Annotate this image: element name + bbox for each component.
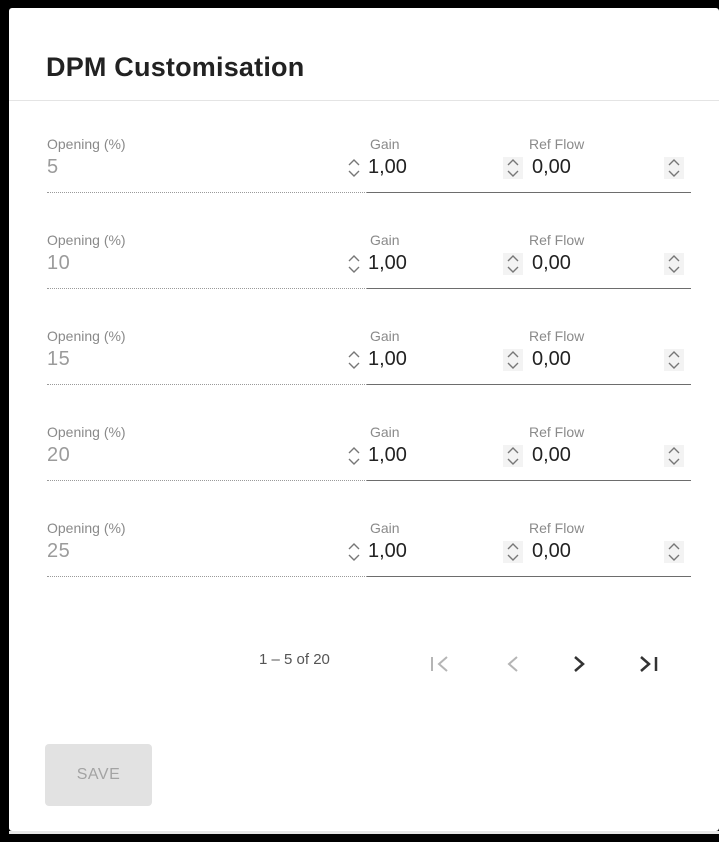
opening-spinner[interactable] [344,157,364,179]
opening-underline [47,480,367,481]
input-underline [367,288,691,289]
gain-spinner[interactable] [503,349,523,371]
gain-label: Gain [370,136,400,152]
gain-spinner[interactable] [503,541,523,563]
ref-flow-label: Ref Flow [529,520,585,536]
opening-label: Opening (%) [47,424,126,440]
ref-flow-spinner[interactable] [664,445,684,467]
chevron-left-icon [507,656,518,672]
paginator-range-label: 1 – 5 of 20 [259,651,330,668]
opening-row: Opening (%) Gain Ref Flow 10 1,00 0,00 [9,232,719,312]
ref-flow-spinner[interactable] [664,541,684,563]
spinner-up-down-icon [668,543,680,561]
input-underline [367,576,691,577]
opening-spinner[interactable] [344,349,364,371]
spinner-up-down-icon [348,159,360,177]
last-page-button[interactable] [629,646,665,682]
first-page-icon [431,656,448,672]
spinner-up-down-icon [668,447,680,465]
opening-label: Opening (%) [47,520,126,536]
ref-flow-input[interactable]: 0,00 [532,156,571,179]
input-underline [367,192,691,193]
opening-value: 25 [47,540,71,562]
ref-flow-spinner[interactable] [664,157,684,179]
next-page-button[interactable] [561,646,597,682]
gain-label: Gain [370,328,400,344]
last-page-icon [640,656,658,672]
input-underline [367,480,691,481]
ref-flow-input[interactable]: 0,00 [532,444,571,467]
opening-value: 10 [47,252,71,274]
first-page-button[interactable] [423,646,459,682]
opening-row: Opening (%) Gain Ref Flow 15 1,00 0,00 [9,328,719,408]
input-underline [367,384,691,385]
gain-input[interactable]: 1,00 [368,156,407,179]
spinner-up-down-icon [668,351,680,369]
opening-value: 5 [47,156,59,178]
spinner-up-down-icon [348,447,360,465]
opening-spinner[interactable] [344,253,364,275]
opening-underline [47,288,367,289]
ref-flow-label: Ref Flow [529,136,585,152]
spinner-up-down-icon [507,255,519,273]
gain-input[interactable]: 1,00 [368,348,407,371]
ref-flow-label: Ref Flow [529,424,585,440]
opening-value: 15 [47,348,71,370]
opening-row: Opening (%) Gain Ref Flow 5 1,00 0,00 [9,136,719,216]
opening-underline [47,384,367,385]
gain-spinner[interactable] [503,253,523,275]
ref-flow-label: Ref Flow [529,232,585,248]
spinner-up-down-icon [348,351,360,369]
dpm-customisation-card: DPM Customisation Opening (%) Gain Ref Flo… [9,8,719,831]
opening-underline [47,576,367,577]
gain-input[interactable]: 1,00 [368,444,407,467]
opening-value: 20 [47,444,71,466]
save-button[interactable]: SAVE [45,744,152,806]
opening-underline [47,192,367,193]
gain-input[interactable]: 1,00 [368,252,407,275]
spinner-up-down-icon [668,255,680,273]
ref-flow-input[interactable]: 0,00 [532,540,571,563]
ref-flow-input[interactable]: 0,00 [532,348,571,371]
spinner-up-down-icon [668,159,680,177]
opening-spinner[interactable] [344,541,364,563]
card-title: DPM Customisation [46,52,305,82]
opening-row: Opening (%) Gain Ref Flow 20 1,00 0,00 [9,424,719,504]
spinner-up-down-icon [348,543,360,561]
chevron-right-icon [574,656,585,672]
spinner-up-down-icon [507,447,519,465]
opening-row: Opening (%) Gain Ref Flow 25 1,00 0,00 [9,520,719,600]
opening-label: Opening (%) [47,136,126,152]
gain-label: Gain [370,424,400,440]
previous-page-button[interactable] [495,646,531,682]
opening-spinner[interactable] [344,445,364,467]
card-shadow [9,831,719,834]
spinner-up-down-icon [507,543,519,561]
gain-label: Gain [370,232,400,248]
ref-flow-input[interactable]: 0,00 [532,252,571,275]
gain-spinner[interactable] [503,445,523,467]
opening-label: Opening (%) [47,328,126,344]
gain-input[interactable]: 1,00 [368,540,407,563]
opening-label: Opening (%) [47,232,126,248]
gain-label: Gain [370,520,400,536]
spinner-up-down-icon [507,351,519,369]
header-divider [9,100,719,101]
spinner-up-down-icon [507,159,519,177]
ref-flow-spinner[interactable] [664,253,684,275]
ref-flow-label: Ref Flow [529,328,585,344]
gain-spinner[interactable] [503,157,523,179]
spinner-up-down-icon [348,255,360,273]
ref-flow-spinner[interactable] [664,349,684,371]
